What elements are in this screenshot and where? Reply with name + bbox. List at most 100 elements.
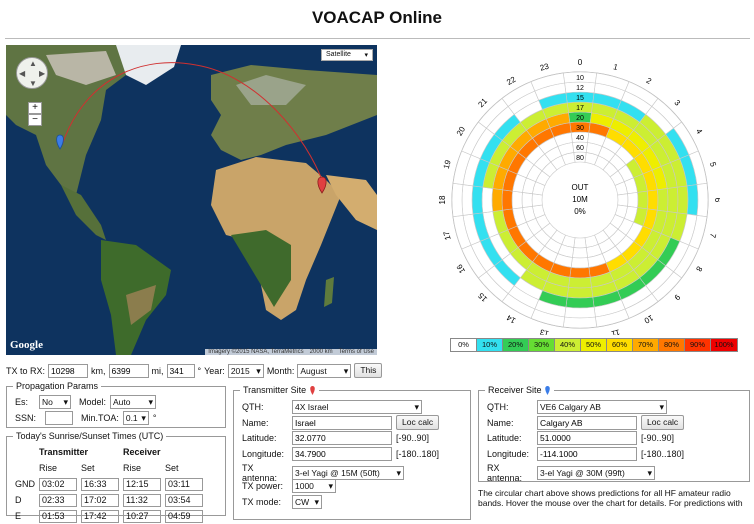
band-prediction-chart[interactable]: 01234567891011121314151617181920212223 1…: [430, 55, 720, 335]
polar-cell[interactable]: [656, 188, 669, 212]
polar-cell[interactable]: [569, 267, 591, 279]
polar-cell[interactable]: [570, 257, 590, 269]
rx-rise-cell: 12:15: [123, 477, 161, 491]
polar-cell[interactable]: [566, 286, 594, 299]
polar-cell[interactable]: [511, 190, 523, 210]
band-labels: 10 12 15 17 20 30 40 60 80: [576, 75, 584, 162]
tx-power-select[interactable]: 1000 W: [292, 479, 336, 503]
map-imagery: [6, 45, 377, 355]
polar-cell[interactable]: [686, 184, 699, 216]
receiver-site-legend: Receiver Site: [485, 385, 555, 396]
zoom-in-button[interactable]: +: [28, 102, 42, 114]
tx-lat-input[interactable]: [292, 431, 392, 445]
polar-cell[interactable]: [564, 306, 596, 319]
polar-cell[interactable]: [471, 185, 484, 215]
tx-name-label: Name:: [242, 417, 269, 428]
polar-cell[interactable]: [531, 193, 543, 207]
polar-cell[interactable]: [491, 188, 504, 212]
tx-mode-select[interactable]: CW: [292, 495, 322, 509]
polar-cell[interactable]: [627, 192, 639, 208]
polar-cell[interactable]: [573, 237, 587, 249]
polar-cell[interactable]: [461, 184, 474, 216]
tx-loc-calc-button[interactable]: Loc calc: [396, 415, 440, 430]
sun-times-table: Transmitter Receiver Rise Set Rise Set G…: [13, 444, 205, 524]
distance-km-input[interactable]: [48, 363, 89, 378]
polar-cell[interactable]: [696, 182, 709, 218]
model-value: Auto: [113, 397, 131, 407]
rx-name-input[interactable]: [537, 415, 637, 430]
pan-up-icon[interactable]: ▲: [29, 59, 37, 68]
hour-label: 8: [694, 265, 704, 274]
rx-qth-label: QTH:: [487, 402, 509, 412]
rx-rise-cell: 11:32: [123, 493, 161, 507]
page-title: VOACAP Online: [311, 8, 443, 27]
tx-lon-input[interactable]: [292, 447, 392, 461]
tx-set-heading: Set: [81, 463, 95, 473]
tx-rx-label: TX to RX:: [6, 365, 46, 376]
chart-description: The circular chart above shows predictio…: [478, 488, 743, 508]
polar-cell[interactable]: [565, 296, 595, 309]
transmitter-heading: Transmitter: [39, 447, 89, 457]
legend-swatch: 80%: [659, 339, 685, 351]
hour-label: 3: [672, 98, 682, 108]
polar-cell[interactable]: [451, 182, 464, 218]
row-label: GND: [15, 479, 35, 489]
legend-swatch: 40%: [555, 339, 581, 351]
polar-cell[interactable]: [617, 193, 629, 207]
polar-cell[interactable]: [676, 185, 689, 215]
polar-cell[interactable]: [637, 190, 649, 210]
tx-set-cell: 16:33: [81, 477, 119, 491]
polar-cell[interactable]: [647, 189, 659, 211]
rx-rise-cell: 10:27: [123, 509, 161, 523]
terms-link[interactable]: Terms of Use: [339, 349, 374, 355]
satellite-map[interactable]: Satellite ▾ ▲ ▼ ◀ ▶ + − Google Imagery ©2…: [6, 45, 377, 355]
hour-label: 6: [713, 198, 720, 203]
tx-rise-cell: 02:33: [39, 493, 77, 507]
polar-cell[interactable]: [481, 186, 494, 214]
rx-lat-input[interactable]: [537, 431, 637, 445]
rx-lon-input[interactable]: [537, 447, 637, 461]
hour-label: 10: [642, 313, 655, 326]
band-label: 60: [576, 145, 584, 152]
distance-mi-input[interactable]: [108, 363, 149, 378]
rx-antenna-select[interactable]: 3-el Yagi @ 30M (99ft): [537, 466, 655, 480]
pan-left-icon[interactable]: ◀: [19, 69, 25, 78]
month-select[interactable]: August: [297, 363, 352, 378]
rx-loc-calc-button[interactable]: Loc calc: [641, 415, 685, 430]
rx-qth-select[interactable]: VE6 Calgary AB: [537, 400, 667, 414]
sun-times-legend: Today's Sunrise/Sunset Times (UTC): [13, 431, 167, 441]
polar-cell[interactable]: [572, 247, 588, 259]
legend-swatch: 0%: [451, 339, 477, 351]
receiver-site-title: Receiver Site: [488, 385, 542, 395]
map-type-select[interactable]: Satellite ▾: [321, 49, 373, 61]
band-label: 20: [576, 115, 584, 122]
year-select[interactable]: 2015: [227, 363, 264, 378]
polar-cell[interactable]: [562, 316, 598, 329]
this-month-button[interactable]: This: [354, 363, 383, 378]
polar-cell[interactable]: [521, 192, 533, 208]
mintoa-select[interactable]: 0.1: [122, 411, 149, 425]
chevron-down-icon: ▾: [364, 52, 368, 59]
polar-cell[interactable]: [568, 276, 592, 289]
polar-cell[interactable]: [501, 189, 513, 211]
propagation-params-legend: Propagation Params: [13, 381, 102, 391]
tx-antenna-select[interactable]: 3-el Yagi @ 15M (50ft): [292, 466, 404, 480]
es-select[interactable]: No: [39, 395, 71, 409]
pan-down-icon[interactable]: ▼: [29, 79, 37, 88]
tx-set-cell: 17:02: [81, 493, 119, 507]
ssn-input[interactable]: [45, 411, 73, 425]
pan-right-icon[interactable]: ▶: [39, 69, 45, 78]
model-select[interactable]: Auto: [110, 395, 157, 409]
polar-cell[interactable]: [666, 186, 679, 214]
es-value: No: [42, 397, 53, 407]
transmitter-site-group: Transmitter Site QTH: 4X Israel Name: Lo…: [233, 385, 471, 520]
azimuth-input[interactable]: [166, 363, 195, 378]
pan-control[interactable]: ▲ ▼ ◀ ▶: [16, 57, 48, 89]
zoom-out-button[interactable]: −: [28, 114, 42, 126]
tx-name-input[interactable]: [292, 415, 392, 430]
tx-qth-select[interactable]: 4X Israel: [292, 400, 422, 414]
rx-qth-value: VE6 Calgary AB: [540, 402, 601, 412]
reliability-legend: 0% 10% 20% 30% 40% 50% 60% 70% 80% 90% 100%: [450, 338, 738, 352]
center-label-pct: 0%: [574, 207, 586, 216]
year-value: 2015: [230, 365, 250, 376]
